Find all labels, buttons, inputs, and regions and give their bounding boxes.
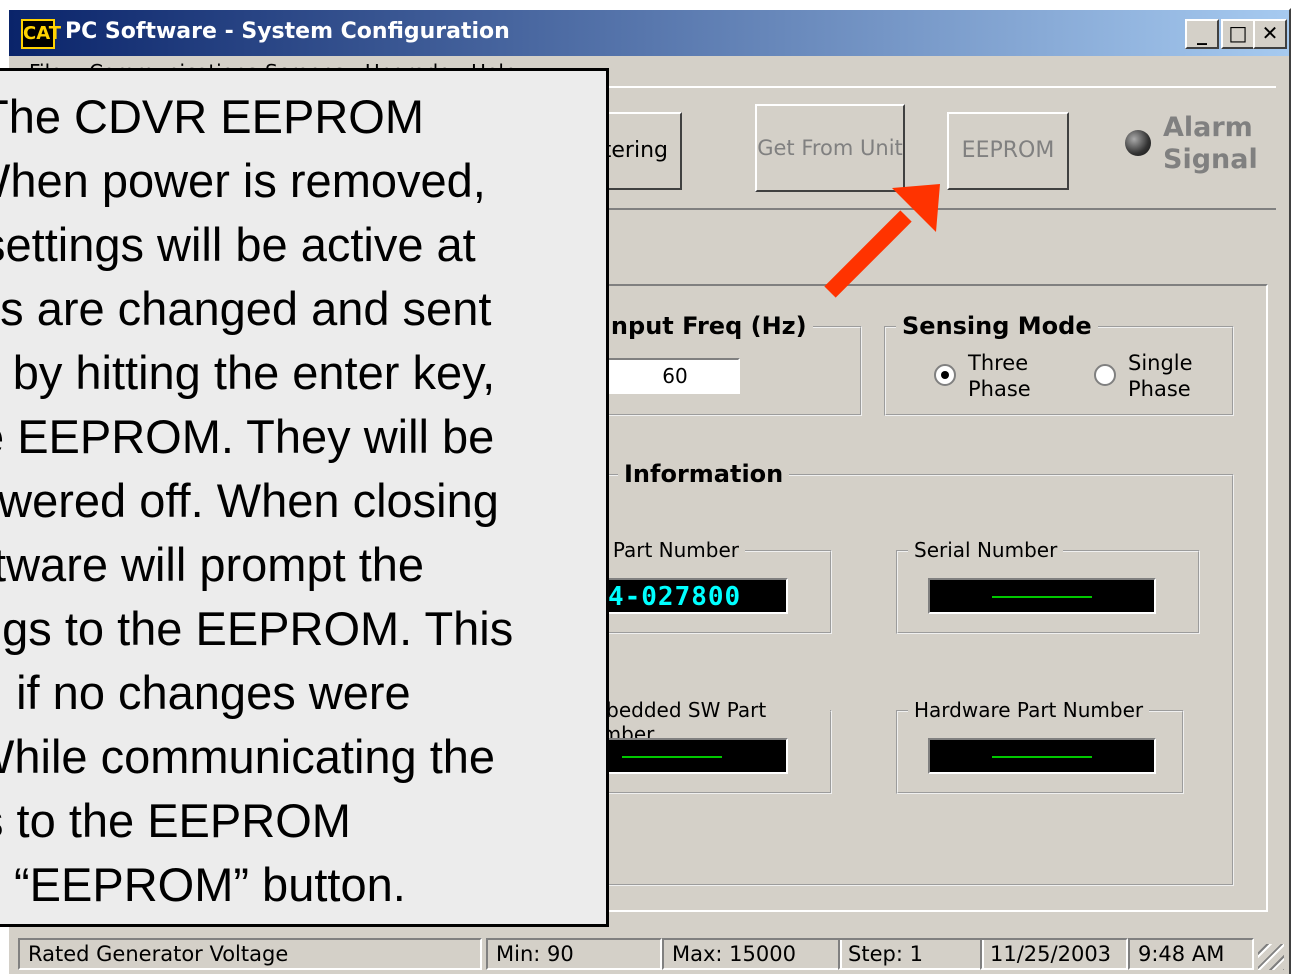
- hardware-part-empty-dash: [992, 756, 1092, 758]
- app-logo: CAT: [21, 19, 61, 49]
- eeprom-button[interactable]: EEPROM: [947, 112, 1069, 190]
- sensing-mode-label: Sensing Mode: [896, 312, 1098, 340]
- single-phase-label[interactable]: Single Phase: [1128, 350, 1193, 402]
- three-phase-line2: Phase: [968, 377, 1031, 401]
- arrow-shaft: [824, 210, 912, 298]
- serial-number-display: [928, 578, 1156, 614]
- three-phase-label[interactable]: Three Phase: [968, 350, 1031, 402]
- three-phase-radio[interactable]: [934, 364, 956, 386]
- annotation-callout: The CDVR EEPROM When power is removed, s…: [0, 68, 609, 927]
- callout-line-11: While communicating the: [0, 730, 496, 783]
- callout-line-4: gs are changed and sent: [0, 282, 492, 335]
- serial-number-label: Serial Number: [908, 538, 1064, 562]
- hardware-part-label: Hardware Part Number: [908, 698, 1150, 722]
- alarm-label-line1: Alarm: [1163, 112, 1253, 143]
- alarm-label-line2: Signal: [1163, 144, 1258, 175]
- status-time: 9:48 AM: [1128, 938, 1254, 970]
- status-field-name: Rated Generator Voltage: [18, 938, 482, 970]
- single-phase-line1: Single: [1128, 351, 1193, 375]
- red-arrow-icon: [824, 184, 940, 298]
- callout-line-7: owered off. When closing: [0, 474, 499, 527]
- information-label: Information: [618, 460, 790, 488]
- maximize-button[interactable]: □: [1221, 19, 1255, 49]
- callout-line-8: ftware will prompt the: [0, 538, 425, 591]
- hardware-part-display: [928, 738, 1156, 774]
- status-bar: Rated Generator Voltage Min: 90 Max: 150…: [12, 936, 1288, 972]
- status-min: Min: 90: [486, 938, 662, 970]
- callout-line-1: The CDVR EEPROM: [0, 90, 424, 143]
- serial-number-empty-dash: [992, 596, 1092, 598]
- callout-line-2: When power is removed,: [0, 154, 486, 207]
- callout-line-10: if no changes were: [0, 666, 411, 719]
- single-phase-line2: Phase: [1128, 377, 1191, 401]
- embedded-sw-empty-dash: [622, 756, 722, 758]
- get-from-unit-button[interactable]: Get From Unit: [755, 104, 905, 192]
- sw-part-display: 9334-027800: [558, 578, 788, 614]
- three-phase-line1: Three: [968, 351, 1029, 375]
- alarm-signal-label: Alarm Signal: [1163, 112, 1258, 176]
- resize-grip-icon[interactable]: [1258, 944, 1284, 970]
- callout-line-3: settings will be active at: [0, 218, 476, 271]
- callout-line-5: r by hitting the enter key,: [0, 346, 496, 399]
- callout-line-6: e EEPROM. They will be: [0, 410, 495, 463]
- input-freq-label: Input Freq (Hz): [596, 312, 813, 340]
- callout-line-13: “EEPROM” button.: [14, 858, 406, 911]
- callout-line-9: ngs to the EEPROM. This: [0, 602, 514, 655]
- information-group: Information: [540, 460, 1234, 886]
- callout-line-12: s to the EEPROM: [0, 794, 351, 847]
- status-step: Step: 1: [838, 938, 984, 970]
- radio-selected-dot: [941, 371, 949, 379]
- single-phase-radio[interactable]: [1094, 364, 1116, 386]
- minimize-button[interactable]: _: [1185, 19, 1219, 49]
- embedded-sw-display: [580, 738, 788, 774]
- title-bar[interactable]: CAT PC Software - System Configuration _…: [9, 10, 1289, 56]
- window-title: PC Software - System Configuration: [65, 19, 510, 44]
- status-date: 11/25/2003: [980, 938, 1128, 970]
- status-max: Max: 15000: [662, 938, 842, 970]
- alarm-led-icon: [1125, 130, 1151, 156]
- close-button[interactable]: ✕: [1253, 19, 1287, 49]
